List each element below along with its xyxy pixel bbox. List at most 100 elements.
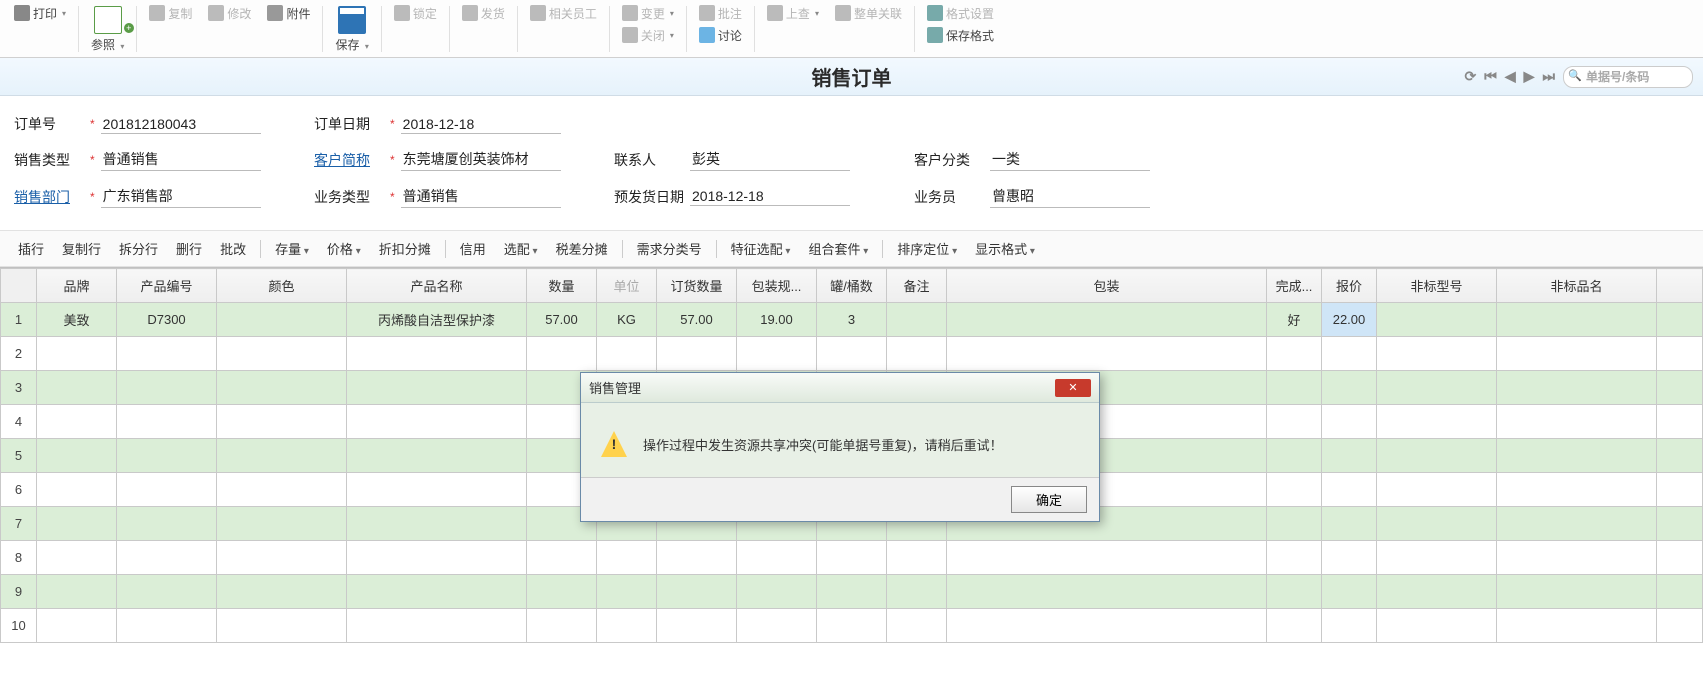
cell-remark[interactable] [887, 575, 947, 609]
ab-tax-diff[interactable]: 税差分摊 [548, 237, 616, 260]
cell-cans[interactable] [817, 575, 887, 609]
cell-color[interactable] [217, 541, 347, 575]
cell-order_qty[interactable] [657, 575, 737, 609]
attachment-button[interactable]: 附件 [261, 2, 316, 24]
cell-brand[interactable] [37, 405, 117, 439]
cell-order_qty[interactable] [657, 541, 737, 575]
cell-brand[interactable] [37, 575, 117, 609]
cell-color[interactable] [217, 507, 347, 541]
ab-demand-no[interactable]: 需求分类号 [629, 237, 710, 260]
ab-insert-row[interactable]: 插行 [10, 237, 52, 260]
cell-nonstd_model[interactable] [1377, 439, 1497, 473]
ab-credit[interactable]: 信用 [452, 237, 494, 260]
cell-done[interactable] [1267, 337, 1322, 371]
col-code[interactable]: 产品编号 [117, 269, 217, 303]
cell-done[interactable] [1267, 371, 1322, 405]
cell-nonstd_name[interactable] [1497, 609, 1657, 643]
cell-remark[interactable] [887, 303, 947, 337]
edit-button[interactable]: 修改 [202, 2, 257, 24]
search-input[interactable]: 单据号/条码 [1563, 66, 1693, 88]
cell-color[interactable] [217, 473, 347, 507]
cell-name[interactable] [347, 609, 527, 643]
cell-price[interactable] [1322, 371, 1377, 405]
ab-split-row[interactable]: 拆分行 [111, 237, 166, 260]
field-cust-class[interactable]: 一类 [990, 148, 1150, 171]
cell-name[interactable] [347, 507, 527, 541]
cell-color[interactable] [217, 337, 347, 371]
cell-brand[interactable] [37, 541, 117, 575]
col-name[interactable]: 产品名称 [347, 269, 527, 303]
field-sale-type[interactable]: 普通销售 [101, 148, 261, 171]
cell-code[interactable]: D7300 [117, 303, 217, 337]
field-order-no[interactable]: 201812180043 [101, 115, 261, 134]
cell-order_qty[interactable] [657, 337, 737, 371]
field-dept[interactable]: 广东销售部 [101, 185, 261, 208]
cell-packaging[interactable] [947, 337, 1267, 371]
cell-qty[interactable]: 57.00 [527, 303, 597, 337]
cell-color[interactable] [217, 609, 347, 643]
col-packaging[interactable]: 包装 [947, 269, 1267, 303]
cell-qty[interactable] [527, 337, 597, 371]
cell-nonstd_model[interactable] [1377, 507, 1497, 541]
cell-code[interactable] [117, 609, 217, 643]
label-customer[interactable]: 客户简称 [314, 150, 384, 170]
cell-nonstd_name[interactable] [1497, 405, 1657, 439]
cell-price[interactable] [1322, 405, 1377, 439]
cell-nonstd_model[interactable] [1377, 473, 1497, 507]
col-order-qty[interactable]: 订货数量 [657, 269, 737, 303]
cell-qty[interactable] [527, 541, 597, 575]
field-contact[interactable]: 彭英 [690, 148, 850, 171]
cell-unit[interactable] [597, 575, 657, 609]
link-all-button[interactable]: 整单关联 [829, 2, 908, 24]
cell-color[interactable] [217, 303, 347, 337]
col-nonstd-name[interactable]: 非标品名 [1497, 269, 1657, 303]
field-salesman[interactable]: 曾惠昭 [990, 185, 1150, 208]
cell-nonstd_name[interactable] [1497, 575, 1657, 609]
cell-code[interactable] [117, 439, 217, 473]
cell-nonstd_name[interactable] [1497, 541, 1657, 575]
cell-order_qty[interactable]: 57.00 [657, 303, 737, 337]
cell-nonstd_name[interactable] [1497, 371, 1657, 405]
ab-display[interactable]: 显示格式 [967, 237, 1043, 260]
cell-done[interactable] [1267, 439, 1322, 473]
cell-color[interactable] [217, 439, 347, 473]
nav-last-icon[interactable]: ⏭ [1542, 68, 1555, 85]
col-pack-spec[interactable]: 包装规... [737, 269, 817, 303]
cell-done[interactable] [1267, 473, 1322, 507]
cell-price[interactable]: 22.00 [1322, 303, 1377, 337]
col-unit[interactable]: 单位 [597, 269, 657, 303]
label-dept[interactable]: 销售部门 [14, 187, 84, 207]
cell-cans[interactable] [817, 337, 887, 371]
ab-discount[interactable]: 折扣分摊 [371, 237, 439, 260]
cell-price[interactable] [1322, 473, 1377, 507]
cell-done[interactable] [1267, 575, 1322, 609]
cell-price[interactable] [1322, 507, 1377, 541]
col-brand[interactable]: 品牌 [37, 269, 117, 303]
col-color[interactable]: 颜色 [217, 269, 347, 303]
cell-color[interactable] [217, 575, 347, 609]
cell-name[interactable]: 丙烯酸自洁型保护漆 [347, 303, 527, 337]
dialog-ok-button[interactable]: 确定 [1011, 486, 1087, 513]
cell-nonstd_model[interactable] [1377, 405, 1497, 439]
cell-price[interactable] [1322, 541, 1377, 575]
cell-brand[interactable] [37, 609, 117, 643]
cell-brand[interactable]: 美致 [37, 303, 117, 337]
cell-color[interactable] [217, 371, 347, 405]
ab-match[interactable]: 选配 [496, 237, 546, 260]
table-row[interactable]: 10 [1, 609, 1703, 643]
cell-cans[interactable] [817, 541, 887, 575]
col-price[interactable]: 报价 [1322, 269, 1377, 303]
cell-code[interactable] [117, 337, 217, 371]
cell-brand[interactable] [37, 337, 117, 371]
cell-unit[interactable] [597, 541, 657, 575]
field-order-date[interactable]: 2018-12-18 [401, 115, 561, 134]
cell-price[interactable] [1322, 439, 1377, 473]
cell-brand[interactable] [37, 473, 117, 507]
cell-packaging[interactable] [947, 303, 1267, 337]
cell-cans[interactable] [817, 609, 887, 643]
cell-packaging[interactable] [947, 575, 1267, 609]
approve-button[interactable]: 批注 [693, 2, 748, 24]
ab-delete-row[interactable]: 删行 [168, 237, 210, 260]
format-settings-button[interactable]: 格式设置 [921, 2, 1000, 24]
cell-nonstd_name[interactable] [1497, 439, 1657, 473]
